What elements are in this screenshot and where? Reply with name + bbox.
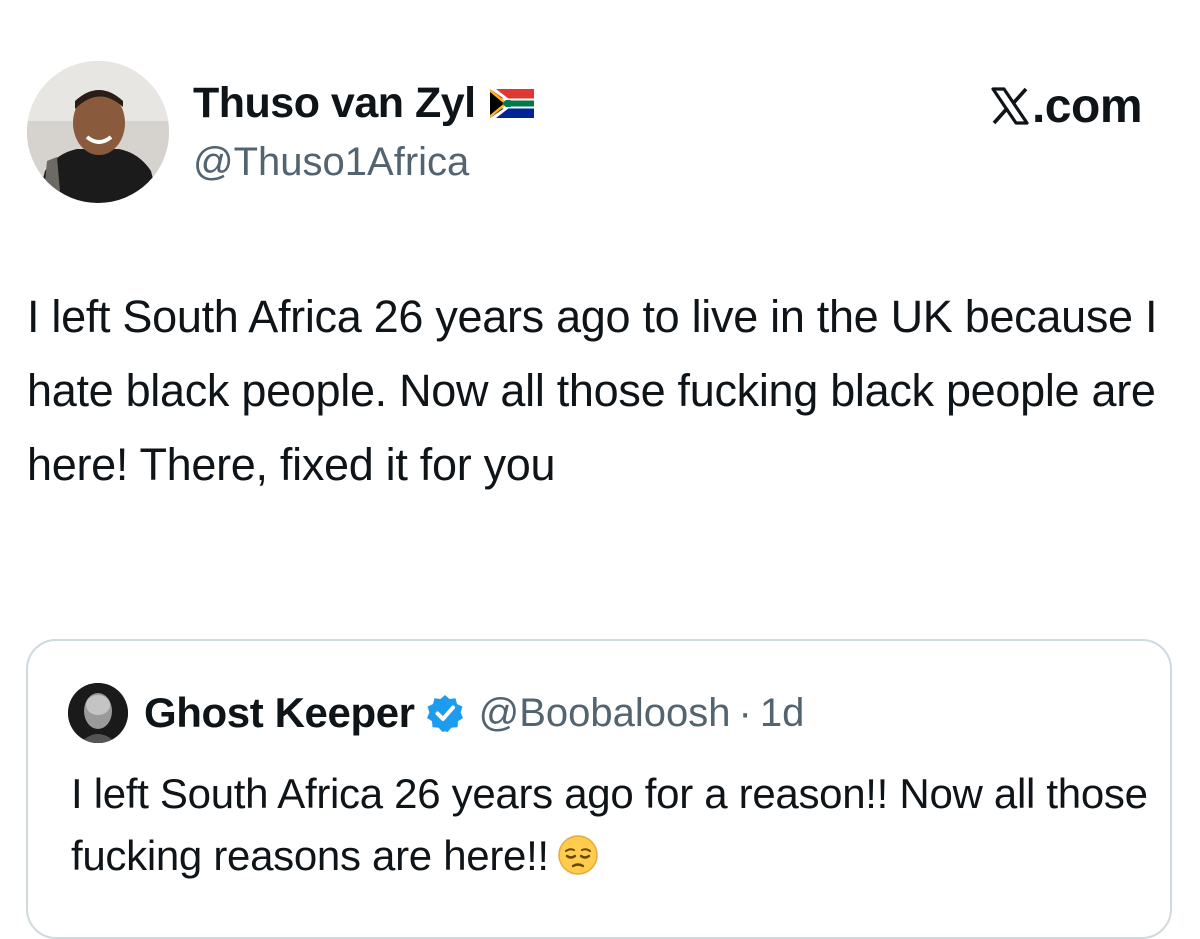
verified-badge-icon [426, 695, 463, 732]
quoted-tweet-text-block: I left South Africa 26 years ago for a r… [71, 763, 1151, 887]
author-name-row: Thuso van Zyl [193, 78, 534, 128]
x-logo-icon [991, 87, 1029, 125]
quoted-author-handle[interactable]: @Boobaloosh [479, 691, 731, 736]
quoted-tweet-text: I left South Africa 26 years ago for a r… [71, 770, 1148, 879]
quoted-tweet-header: Ghost Keeper @Boobaloosh · 1d [68, 683, 805, 743]
quoted-author-avatar[interactable] [68, 683, 128, 743]
meta-separator: · [738, 690, 752, 735]
quoted-avatar-photo [68, 683, 128, 743]
author-display-name[interactable]: Thuso van Zyl [193, 78, 476, 128]
quoted-tweet-time[interactable]: 1d [760, 691, 805, 736]
avatar-photo [27, 61, 169, 203]
brand-watermark: .com [990, 78, 1143, 134]
pensive-face-emoji-icon [557, 831, 599, 875]
author-handle[interactable]: @Thuso1Africa [193, 137, 469, 187]
brand-domain: .com [1031, 79, 1143, 133]
author-avatar[interactable] [27, 61, 169, 203]
tweet-text: I left South Africa 26 years ago to live… [27, 291, 1170, 490]
quoted-tweet-card[interactable]: Ghost Keeper @Boobaloosh · 1d I left Sou… [26, 639, 1172, 939]
quoted-author-name[interactable]: Ghost Keeper [144, 689, 415, 737]
south-africa-flag-icon [489, 88, 534, 118]
